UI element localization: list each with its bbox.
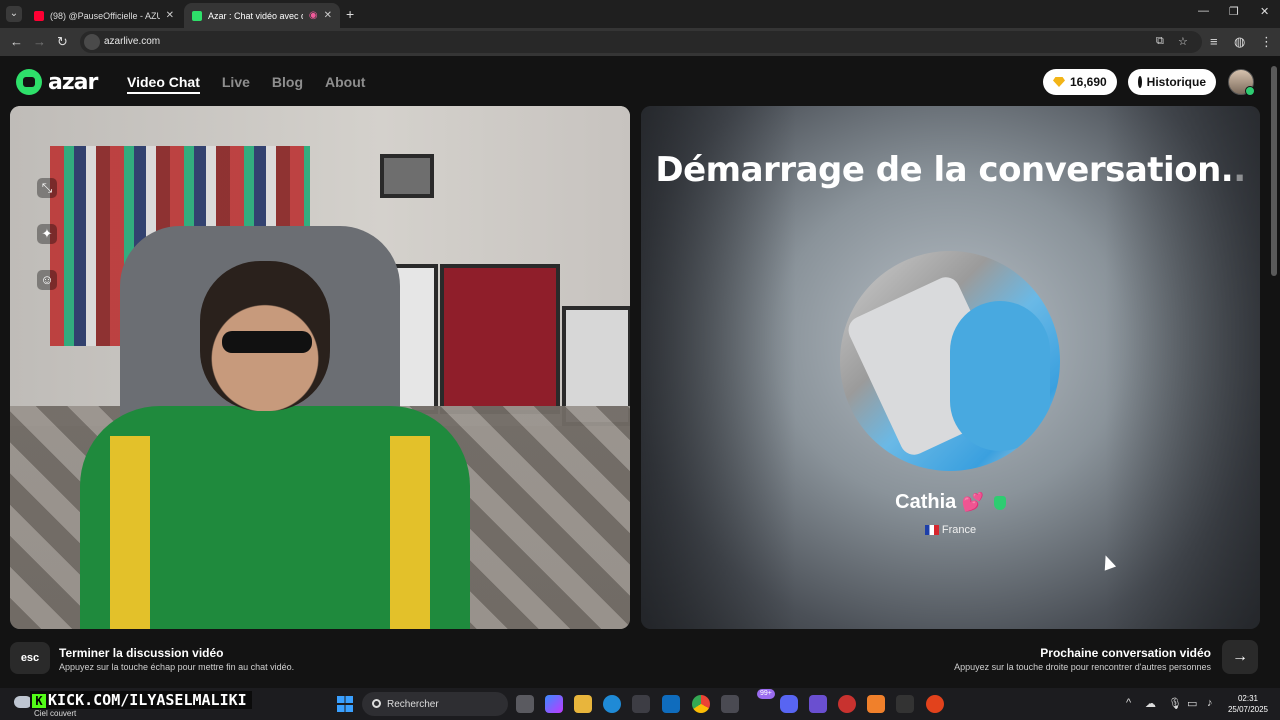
clock-icon xyxy=(1138,76,1145,88)
kick-logo-icon: K xyxy=(32,694,46,708)
windows-taskbar: Ciel couvert K KICK.COM/ILYASELMALIKI Rec… xyxy=(0,688,1280,720)
browser-tabstrip: ⌄ (98) @PauseOfficielle - AZUL (C ✕ Azar… xyxy=(0,0,1280,28)
tab-youtube[interactable]: (98) @PauseOfficielle - AZUL (C ✕ xyxy=(26,3,182,28)
discord-icon[interactable] xyxy=(780,695,798,713)
end-chat-description: Appuyez sur la touche échap pour mettre … xyxy=(59,662,295,672)
framed-jersey xyxy=(440,264,560,414)
back-icon[interactable]: ← xyxy=(10,34,23,49)
nav-blog[interactable]: Blog xyxy=(272,74,303,94)
tab-title: Azar : Chat vidéo avec de n xyxy=(208,10,303,21)
effects-sparkle-icon[interactable]: ✦ xyxy=(37,224,57,244)
nav-video-chat[interactable]: Video Chat xyxy=(127,74,200,94)
url-text: azarlive.com xyxy=(104,36,161,47)
youtube-icon xyxy=(34,10,44,21)
next-chat-title: Prochaine conversation vidéo xyxy=(1040,646,1211,660)
app-icon[interactable] xyxy=(721,695,739,713)
video-tools: ⤡ ✦ ☺ xyxy=(37,178,57,290)
profile-icon[interactable]: ◍ xyxy=(1234,34,1245,50)
main-nav: Video Chat Live Blog About xyxy=(127,74,365,94)
weather-text: Ciel couvert xyxy=(34,709,77,718)
display-icon[interactable]: ▭ xyxy=(1187,697,1197,710)
france-flag-icon xyxy=(924,525,939,536)
local-video: ⤡ ✦ ☺ xyxy=(10,106,630,629)
obs-icon[interactable] xyxy=(896,695,914,713)
cast-icon[interactable]: ⧉ xyxy=(1156,35,1164,48)
taskbar-search[interactable]: Rechercher xyxy=(362,692,508,716)
clock-date: 25/07/2025 xyxy=(1227,705,1269,714)
page-scrollbar[interactable] xyxy=(1271,66,1277,276)
azar-logo[interactable]: azar xyxy=(16,69,98,95)
chrome-icon[interactable] xyxy=(692,695,710,713)
system-clock[interactable]: 02:31 25/07/2025 xyxy=(1226,693,1270,715)
tab-title: (98) @PauseOfficielle - AZUL (C xyxy=(50,10,160,21)
store-icon[interactable] xyxy=(632,695,650,713)
controller-icon[interactable] xyxy=(809,695,827,713)
outlook-icon[interactable] xyxy=(662,695,680,713)
microphone-icon[interactable]: 🎙 xyxy=(1168,697,1182,710)
wall-picture-frame xyxy=(380,154,434,198)
close-window-icon[interactable]: ✕ xyxy=(1260,5,1269,18)
gems-button[interactable]: 16,690 xyxy=(1043,69,1117,95)
recording-icon: ◉ xyxy=(308,10,318,21)
partner-country: France xyxy=(641,524,1260,536)
person-torso xyxy=(80,406,470,629)
address-bar: ← → ↻ azarlive.com ⧉ ☆ ≡ ◍ ⋮ xyxy=(0,28,1280,56)
task-view-icon[interactable] xyxy=(516,695,534,713)
next-chat-description: Appuyez sur la touche droite pour rencon… xyxy=(954,662,1211,672)
nav-about[interactable]: About xyxy=(325,74,365,94)
restore-icon[interactable]: ❐ xyxy=(1229,5,1239,18)
forward-icon[interactable]: → xyxy=(33,34,46,49)
end-chat-title: Terminer la discussion vidéo xyxy=(59,646,224,660)
new-tab-icon[interactable]: + xyxy=(346,6,354,22)
windows-start-icon[interactable] xyxy=(337,696,353,712)
app-icon[interactable] xyxy=(926,695,944,713)
sunglasses xyxy=(222,331,312,353)
network-icon[interactable]: ☁ xyxy=(1145,697,1156,710)
end-chat-button[interactable]: esc xyxy=(10,642,50,674)
stream-overlay: K KICK.COM/ILYASELMALIKI xyxy=(30,691,252,709)
tray-chevron-icon[interactable]: ^ xyxy=(1126,697,1131,709)
history-label: Historique xyxy=(1146,75,1206,89)
app-icon[interactable] xyxy=(838,695,856,713)
partner-avatar xyxy=(840,251,1060,471)
tab-search-icon[interactable]: ⌄ xyxy=(6,6,22,22)
shrink-icon[interactable]: ⤡ xyxy=(37,178,57,198)
app-icon[interactable] xyxy=(867,695,885,713)
face-filter-icon[interactable]: ☺ xyxy=(37,270,57,290)
verified-badge-icon xyxy=(993,495,1006,510)
file-explorer-icon[interactable] xyxy=(574,695,592,713)
logo-text: azar xyxy=(48,69,98,95)
volume-icon[interactable]: ♪ xyxy=(1207,697,1213,709)
history-button[interactable]: Historique xyxy=(1128,69,1216,95)
next-chat-button[interactable]: → xyxy=(1222,640,1258,674)
hearts-emoji: 💕 xyxy=(961,492,985,512)
user-avatar[interactable] xyxy=(1228,69,1255,96)
nav-live[interactable]: Live xyxy=(222,74,250,94)
partner-name: Cathia 💕 xyxy=(641,491,1260,514)
menu-icon[interactable]: ⋮ xyxy=(1260,34,1273,50)
edge-icon[interactable] xyxy=(603,695,621,713)
remote-video: Démarrage de la conversation.. Cathia 💕 … xyxy=(641,106,1260,629)
overlay-text: KICK.COM/ILYASELMALIKI xyxy=(48,691,247,709)
site-info-icon[interactable] xyxy=(84,34,100,50)
search-icon xyxy=(372,699,381,708)
bookmark-star-icon[interactable]: ☆ xyxy=(1178,35,1188,48)
reload-icon[interactable]: ↻ xyxy=(57,34,68,50)
close-icon[interactable]: ✕ xyxy=(166,10,174,21)
gems-count: 16,690 xyxy=(1070,75,1107,89)
azar-page: azar Video Chat Live Blog About 16,690 H… xyxy=(0,56,1280,688)
url-field[interactable]: azarlive.com ⧉ ☆ xyxy=(80,31,1202,53)
media-controls-icon[interactable]: ≡ xyxy=(1210,34,1218,49)
connecting-status: Démarrage de la conversation.. xyxy=(655,150,1246,190)
notification-badge: 99+ xyxy=(757,689,775,699)
azar-icon xyxy=(192,10,202,21)
gem-icon xyxy=(1053,77,1065,87)
search-placeholder: Rechercher xyxy=(387,699,439,710)
clock-time: 02:31 xyxy=(1237,694,1259,703)
tab-azar[interactable]: Azar : Chat vidéo avec de n ◉ ✕ xyxy=(184,3,340,28)
copilot-icon[interactable] xyxy=(545,695,563,713)
close-icon[interactable]: ✕ xyxy=(324,10,332,21)
azar-logo-icon xyxy=(16,69,42,95)
minimize-icon[interactable]: — xyxy=(1198,5,1209,17)
